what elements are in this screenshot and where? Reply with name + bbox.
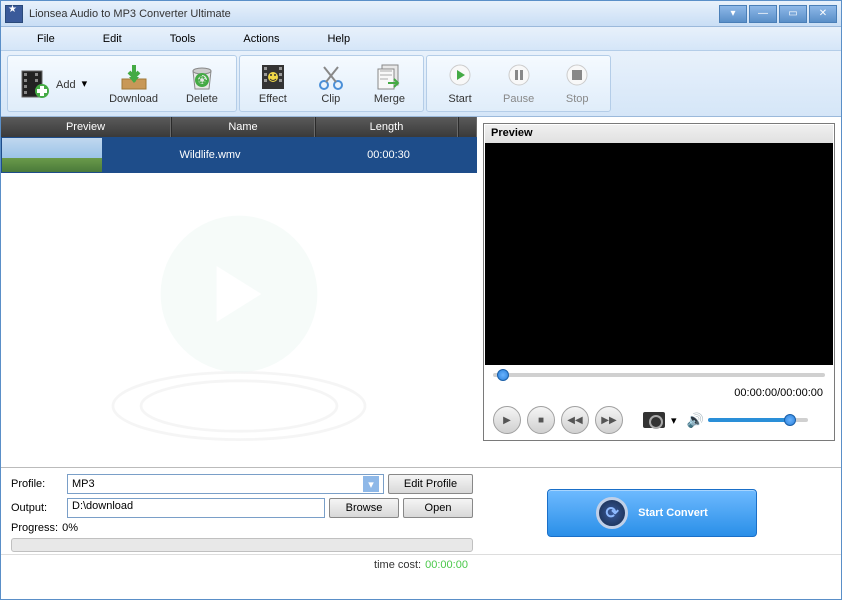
- profile-value: MP3: [72, 478, 95, 490]
- column-length[interactable]: Length: [315, 117, 458, 137]
- file-list-panel: Preview Name Length Wildlife.wmv 00:00:3…: [1, 117, 477, 467]
- menu-help[interactable]: Help: [303, 31, 374, 47]
- output-input[interactable]: D:\download: [67, 498, 325, 518]
- edit-profile-button[interactable]: Edit Profile: [388, 474, 473, 494]
- effect-label: Effect: [259, 93, 287, 105]
- close-button[interactable]: ✕: [809, 5, 837, 23]
- title-bar: Lionsea Audio to MP3 Converter Ultimate …: [1, 1, 841, 27]
- dropdown-icon: ▾: [363, 476, 379, 492]
- stop-label: Stop: [566, 93, 589, 105]
- window-title: Lionsea Audio to MP3 Converter Ultimate: [29, 8, 719, 20]
- start-icon: [445, 63, 475, 91]
- progress-value: 0%: [62, 522, 78, 534]
- menu-tools[interactable]: Tools: [146, 31, 220, 47]
- clip-label: Clip: [321, 93, 340, 105]
- download-icon: [119, 63, 149, 91]
- add-dropdown-icon: ▾: [82, 77, 88, 90]
- add-label: Add: [56, 79, 76, 91]
- window-dropdown-button[interactable]: ▾: [719, 5, 747, 23]
- seek-slider[interactable]: [485, 365, 833, 385]
- watermark-icon: [1, 177, 477, 467]
- effect-icon: [258, 63, 288, 91]
- menu-bar: File Edit Tools Actions Help: [1, 27, 841, 51]
- convert-label: Start Convert: [638, 507, 708, 519]
- toolbar: Add ▾ Download ♻ Delete Effect Clip Merg…: [1, 51, 841, 117]
- download-button[interactable]: Download: [95, 56, 172, 112]
- merge-icon: [374, 63, 404, 91]
- column-spacer: [458, 117, 477, 137]
- progress-label: Progress:: [11, 522, 58, 534]
- forward-button[interactable]: ▶▶: [595, 406, 623, 434]
- stop-button[interactable]: Stop: [548, 56, 606, 112]
- output-label: Output:: [11, 502, 63, 514]
- menu-file[interactable]: File: [13, 31, 79, 47]
- start-button[interactable]: Start: [431, 56, 489, 112]
- column-preview[interactable]: Preview: [1, 117, 171, 137]
- start-label: Start: [448, 93, 471, 105]
- snapshot-button[interactable]: [643, 412, 665, 428]
- snapshot-dropdown-icon[interactable]: ▾: [671, 414, 677, 427]
- play-button[interactable]: ▶: [493, 406, 521, 434]
- open-button[interactable]: Open: [403, 498, 473, 518]
- preview-video[interactable]: [485, 143, 833, 365]
- preview-panel: Preview 00:00:00/00:00:00 ▶ ■ ◀◀ ▶▶ ▾ 🔊: [483, 123, 835, 441]
- merge-button[interactable]: Merge: [360, 56, 419, 112]
- delete-label: Delete: [186, 93, 218, 105]
- time-cost-label: time cost:: [374, 559, 421, 571]
- profile-select[interactable]: MP3 ▾: [67, 474, 384, 494]
- row-thumbnail: [2, 138, 102, 172]
- status-bar: time cost: 00:00:00: [1, 554, 841, 574]
- start-convert-button[interactable]: ⟳ Start Convert: [547, 489, 757, 537]
- pause-icon: [504, 63, 534, 91]
- minimize-button[interactable]: —: [749, 5, 777, 23]
- column-name[interactable]: Name: [171, 117, 315, 137]
- row-name: Wildlife.wmv: [103, 149, 317, 161]
- maximize-button[interactable]: ▭: [779, 5, 807, 23]
- row-length: 00:00:30: [317, 149, 460, 161]
- profile-label: Profile:: [11, 478, 63, 490]
- convert-icon: ⟳: [596, 497, 628, 529]
- download-label: Download: [109, 93, 158, 105]
- clip-button[interactable]: Clip: [302, 56, 360, 112]
- rewind-button[interactable]: ◀◀: [561, 406, 589, 434]
- effect-button[interactable]: Effect: [244, 56, 302, 112]
- time-cost-value: 00:00:00: [425, 559, 468, 571]
- progress-bar: [11, 538, 473, 552]
- menu-edit[interactable]: Edit: [79, 31, 146, 47]
- pause-label: Pause: [503, 93, 534, 105]
- stop-playback-button[interactable]: ■: [527, 406, 555, 434]
- pause-button[interactable]: Pause: [489, 56, 548, 112]
- svg-text:♻: ♻: [197, 75, 207, 87]
- volume-icon[interactable]: 🔊: [687, 412, 704, 429]
- stop-icon: [562, 63, 592, 91]
- list-row[interactable]: Wildlife.wmv 00:00:30: [1, 137, 477, 173]
- merge-label: Merge: [374, 93, 405, 105]
- time-display: 00:00:00/00:00:00: [485, 385, 833, 401]
- list-header: Preview Name Length: [1, 117, 477, 137]
- preview-header: Preview: [485, 125, 833, 143]
- add-button[interactable]: Add ▾: [12, 56, 95, 112]
- clip-icon: [316, 63, 346, 91]
- delete-button[interactable]: ♻ Delete: [172, 56, 232, 112]
- output-form: Profile: MP3 ▾ Edit Profile Output: D:\do…: [11, 474, 473, 552]
- add-file-icon: [20, 69, 50, 99]
- menu-actions[interactable]: Actions: [219, 31, 303, 47]
- volume-slider[interactable]: [708, 418, 808, 422]
- delete-icon: ♻: [187, 63, 217, 91]
- app-logo-icon: [5, 5, 23, 23]
- browse-button[interactable]: Browse: [329, 498, 399, 518]
